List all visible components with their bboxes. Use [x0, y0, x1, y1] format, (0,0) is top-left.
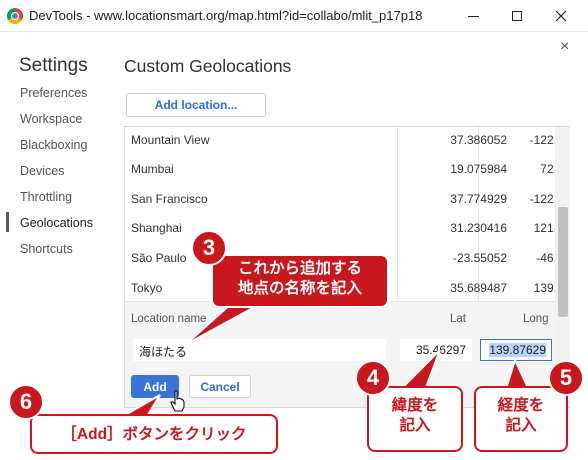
annotation-step4-callout: 緯度を 記入: [367, 386, 463, 452]
annotation-step3-line1: これから追加する: [237, 260, 362, 277]
annotation-step5-line1: 経度を: [497, 397, 545, 414]
step3-badge: 3: [191, 230, 227, 266]
annotation-step3-line2: 地点の名称を記入: [237, 280, 362, 298]
pointer-step4: [397, 349, 441, 391]
annotation-step4-line2: 記入: [399, 417, 431, 435]
step4-badge: 4: [355, 360, 391, 396]
annotation-step6-callout: ［Add］ボタンをクリック: [30, 414, 278, 454]
pointer-step3: [184, 302, 263, 346]
hand-cursor-icon: [170, 390, 185, 412]
annotation-step5-line2: 記入: [505, 417, 537, 435]
annotation-step4-line1: 緯度を: [391, 397, 439, 414]
step5-badge: 5: [548, 360, 584, 396]
step6-badge: 6: [8, 384, 44, 420]
annotation-step5-callout: 経度を 記入: [474, 386, 568, 452]
annotation-step3-callout: これから追加する 地点の名称を記入: [211, 254, 389, 308]
